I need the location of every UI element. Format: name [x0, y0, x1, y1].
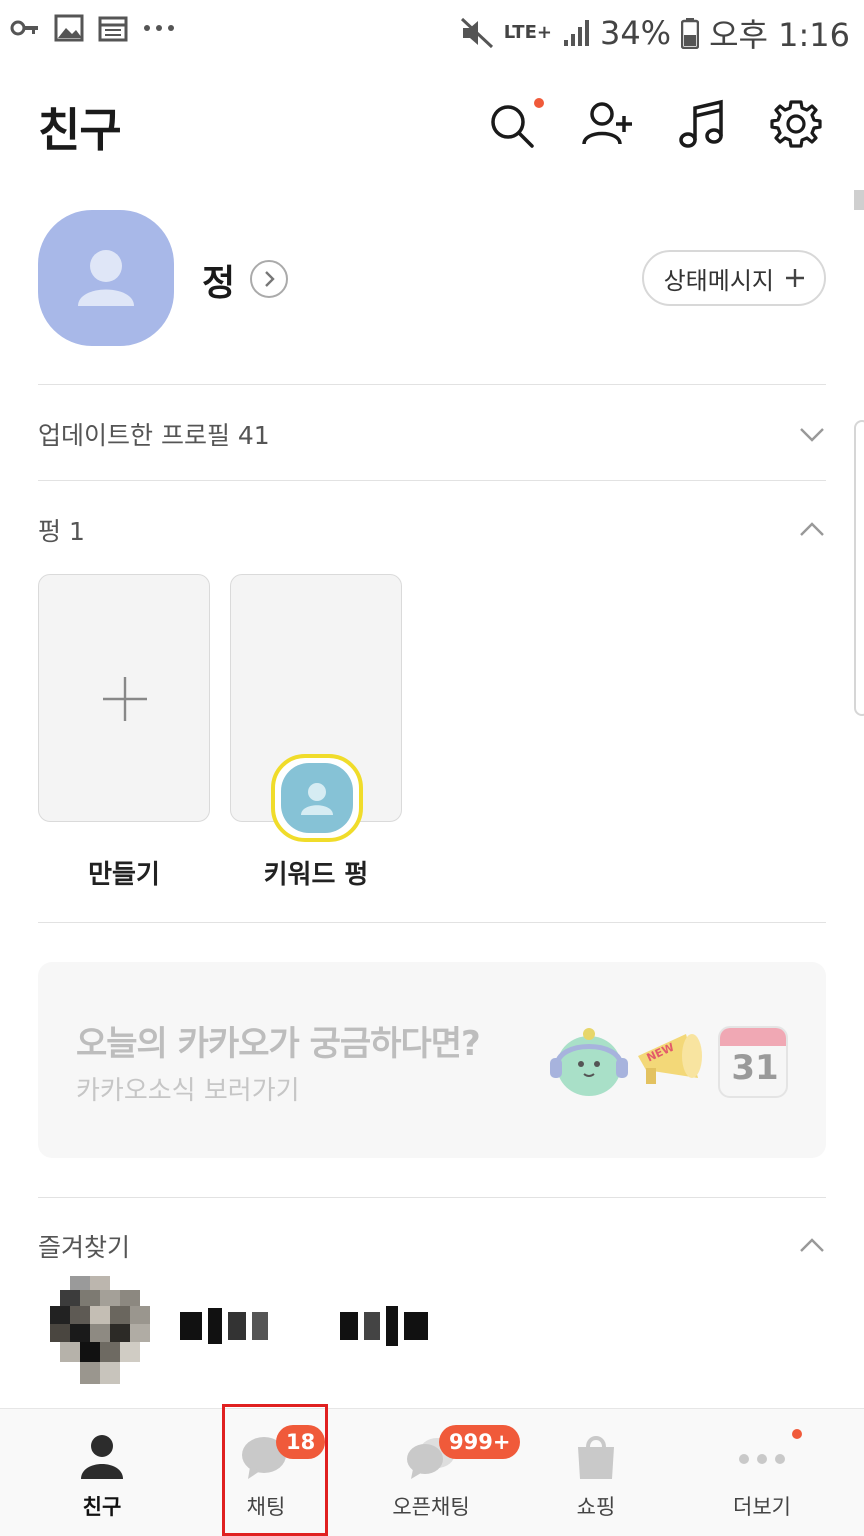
pixelated-photo: [50, 1276, 150, 1384]
profile-name[interactable]: 정: [202, 254, 235, 306]
chat-tab-highlight: [222, 1404, 328, 1536]
pung-header[interactable]: 펑 1: [38, 510, 826, 550]
keyword-pung-avatar[interactable]: [271, 754, 363, 842]
avatar: [281, 763, 353, 833]
nav-label-shopping: 쇼핑: [576, 1495, 616, 1519]
default-person-icon: [78, 250, 134, 306]
status-message-button[interactable]: 상태메시지: [641, 250, 826, 306]
shopping-bag-icon: [578, 1436, 614, 1479]
profile-detail-button[interactable]: [250, 260, 288, 298]
calendar-note-icon: [98, 16, 128, 42]
battery-percent: 34%: [599, 14, 672, 52]
page-title: 친구: [38, 103, 122, 157]
favorite-friend-avatar[interactable]: [50, 1276, 150, 1384]
banner-title: 오늘의 카카오가 궁금하다면?: [76, 1024, 481, 1064]
music-button[interactable]: [676, 98, 728, 150]
calendar-sticker: 31: [718, 1026, 788, 1098]
favorites-title: 즐겨찾기: [38, 1233, 131, 1262]
megaphone-icon: [638, 1034, 702, 1084]
network-type: LTE+: [503, 22, 552, 43]
nav-openchat[interactable]: 999+ 오픈채팅: [361, 1409, 521, 1536]
divider: [38, 384, 826, 385]
create-pung-label: 만들기: [88, 860, 160, 890]
nav-friends[interactable]: 친구: [32, 1409, 172, 1536]
redacted-block: [252, 1312, 268, 1340]
pung-title: 펑 1: [38, 517, 85, 546]
key-icon: [10, 20, 38, 36]
avatar[interactable]: [38, 210, 174, 346]
updated-profiles-header[interactable]: 업데이트한 프로필 41: [38, 414, 826, 454]
divider: [38, 922, 826, 923]
chevron-down-icon: [800, 428, 824, 442]
person-icon: [81, 1435, 123, 1479]
nav-label-friends: 친구: [82, 1495, 122, 1519]
scroll-indicator: [854, 190, 864, 210]
redacted-block: [228, 1312, 246, 1340]
redacted-block: [386, 1306, 398, 1346]
status-message-label: 상태메시지: [663, 266, 774, 295]
favorite-friend-name[interactable]: [180, 1306, 428, 1346]
more-notifications-icon: [144, 25, 174, 31]
more-dots-icon: [739, 1454, 785, 1464]
add-friend-icon: [582, 102, 632, 145]
banner-subtitle: 카카오소식 보러가기: [76, 1076, 300, 1106]
create-pung-card[interactable]: [38, 574, 210, 822]
header: 친구: [0, 86, 864, 166]
settings-button[interactable]: [770, 98, 822, 150]
battery-icon: [681, 18, 700, 49]
mute-icon: [460, 17, 493, 49]
my-profile[interactable]: 정 상태메시지: [38, 210, 826, 346]
redacted-block: [340, 1312, 358, 1340]
redacted-block: [404, 1312, 428, 1340]
add-friend-button[interactable]: [580, 98, 632, 150]
character-headset-icon: [550, 1028, 628, 1096]
search-new-dot: [534, 98, 544, 108]
image-icon: [54, 14, 84, 42]
calendar-number: 31: [731, 1048, 779, 1088]
chevron-right-icon: [265, 271, 275, 287]
divider: [38, 1197, 826, 1198]
nav-label-more: 더보기: [733, 1495, 791, 1519]
signal-icon: [563, 20, 589, 46]
clock: 오후 1:16: [709, 16, 850, 54]
nav-label-openchat: 오픈채팅: [392, 1495, 470, 1519]
music-note-icon: [679, 99, 723, 148]
favorites-header[interactable]: 즐겨찾기: [38, 1226, 826, 1266]
edge-panel-handle[interactable]: [854, 420, 864, 716]
openchat-unread-badge: 999+: [439, 1425, 521, 1459]
plus-icon: [786, 269, 804, 287]
bottom-nav: 친구 18 채팅 999+ 오픈채팅 쇼핑 더보기: [0, 1408, 864, 1536]
divider: [38, 480, 826, 481]
megaphone-sticker: NEW: [632, 1022, 712, 1094]
redacted-block: [208, 1308, 222, 1344]
plus-icon: [103, 677, 147, 721]
status-bar: LTE+ 34% 오후 1:16: [0, 0, 864, 60]
redacted-gap: [274, 1312, 334, 1340]
search-icon: [491, 105, 534, 148]
more-new-dot: [792, 1429, 802, 1439]
gear-icon: [770, 100, 822, 148]
kakao-news-banner[interactable]: 오늘의 카카오가 궁금하다면? 카카오소식 보러가기 NEW 31: [38, 962, 826, 1158]
updated-profiles-title: 업데이트한 프로필 41: [38, 421, 270, 450]
calendar-sticker-header: [720, 1028, 786, 1046]
keyword-pung-label: 키워드 펑: [263, 860, 369, 890]
redacted-block: [180, 1312, 202, 1340]
default-person-icon: [301, 783, 333, 815]
chevron-up-icon: [800, 522, 824, 536]
nav-more[interactable]: 더보기: [692, 1409, 832, 1536]
nav-shopping[interactable]: 쇼핑: [526, 1409, 666, 1536]
chevron-up-icon: [800, 1238, 824, 1252]
redacted-block: [364, 1312, 380, 1340]
search-button[interactable]: [486, 98, 544, 150]
